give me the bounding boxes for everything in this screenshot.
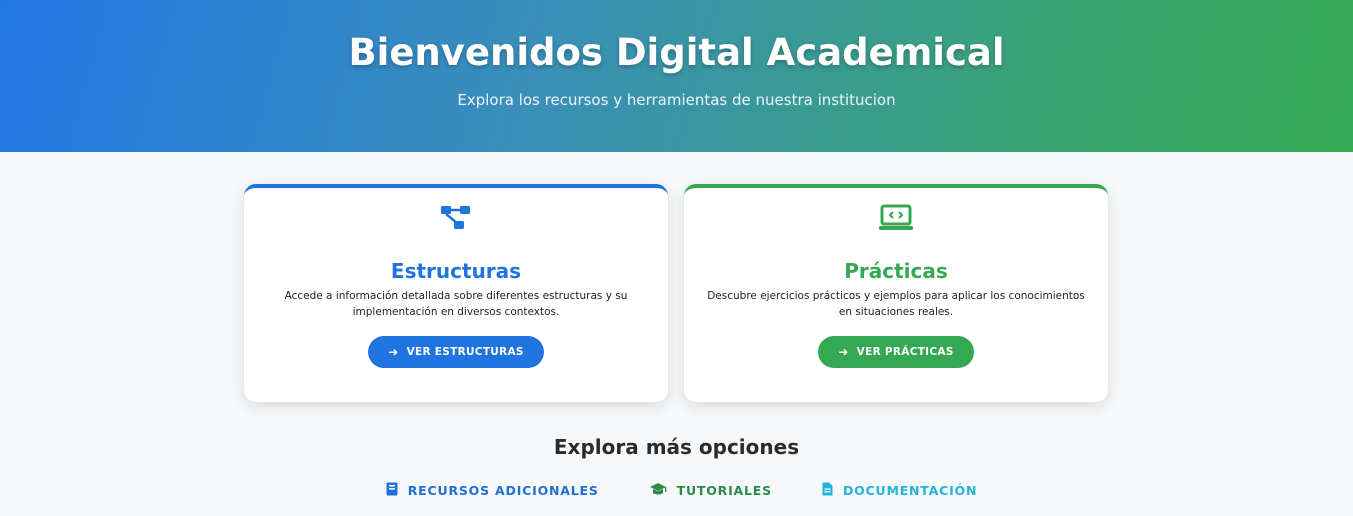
link-documentacion[interactable]: DOCUMENTACIÓN xyxy=(822,482,977,499)
link-label: TUTORIALES xyxy=(676,483,772,498)
book-icon xyxy=(386,482,398,499)
more-options-links: RECURSOS ADICIONALES TUTORIALES DOCUMENT… xyxy=(0,482,1353,499)
link-label: RECURSOS ADICIONALES xyxy=(407,483,599,498)
hero-banner: Bienvenidos Digital Academical Explora l… xyxy=(0,0,1353,152)
page-subtitle: Explora los recursos y herramientas de n… xyxy=(457,91,896,109)
link-recursos-adicionales[interactable]: RECURSOS ADICIONALES xyxy=(386,482,599,499)
arrow-right-icon: ➜ xyxy=(838,345,849,359)
card-practicas: Prácticas Descubre ejercicios prácticos … xyxy=(684,184,1108,402)
link-label: DOCUMENTACIÓN xyxy=(842,483,978,498)
graduation-cap-icon xyxy=(649,482,667,499)
link-tutoriales[interactable]: TUTORIALES xyxy=(649,482,772,499)
page-title: Bienvenidos Digital Academical xyxy=(348,31,1005,74)
button-label: VER PRÁCTICAS xyxy=(856,346,954,358)
cards-section: Estructuras Accede a información detalla… xyxy=(0,152,1353,402)
card-description: Descubre ejercicios prácticos y ejemplos… xyxy=(707,290,1085,318)
card-estructuras: Estructuras Accede a información detalla… xyxy=(244,184,668,402)
more-options-heading: Explora más opciones xyxy=(553,435,800,459)
more-options-section: Explora más opciones RECURSOS ADICIONALE… xyxy=(0,434,1353,499)
sitemap-icon xyxy=(244,204,668,232)
file-icon xyxy=(822,482,833,499)
laptop-code-icon xyxy=(684,204,1108,232)
card-title: Prácticas xyxy=(844,259,948,283)
ver-practicas-button[interactable]: ➜ VER PRÁCTICAS xyxy=(818,336,974,368)
card-description: Accede a información detallada sobre dif… xyxy=(284,290,628,318)
card-title: Estructuras xyxy=(390,259,522,283)
ver-estructuras-button[interactable]: ➜ VER ESTRUCTURAS xyxy=(368,336,544,368)
button-label: VER ESTRUCTURAS xyxy=(406,346,524,358)
arrow-right-icon: ➜ xyxy=(388,345,399,359)
